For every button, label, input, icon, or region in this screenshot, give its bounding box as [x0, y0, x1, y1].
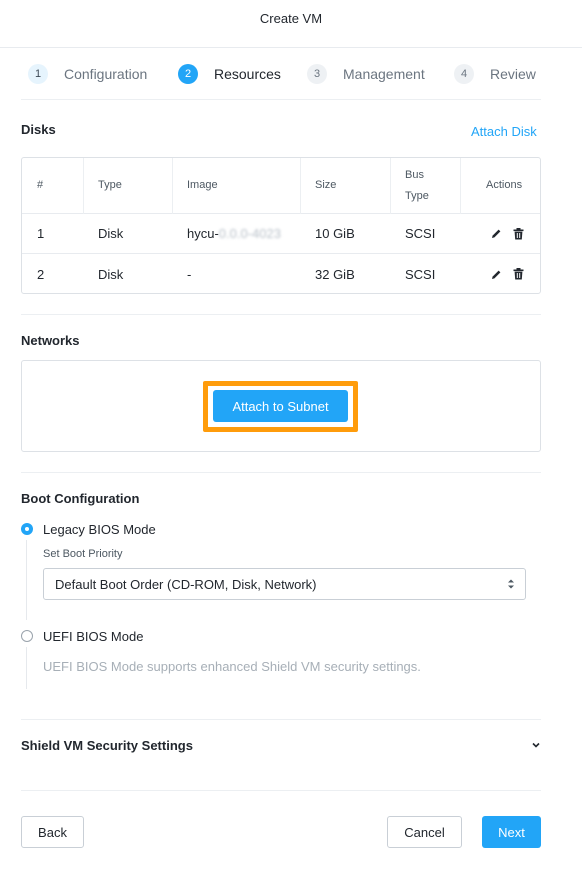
column-divider — [172, 158, 173, 214]
modal-header: Create VM — [0, 0, 582, 48]
step-label: Management — [343, 66, 425, 82]
uefi-bios-radio[interactable] — [21, 630, 33, 642]
column-divider — [83, 158, 84, 214]
attach-subnet-button[interactable]: Attach to Subnet — [213, 390, 348, 422]
step-label: Review — [490, 66, 536, 82]
shield-settings-title[interactable]: Shield VM Security Settings — [21, 738, 193, 753]
disk-type: Disk — [98, 266, 124, 282]
disks-title: Disks — [21, 122, 56, 137]
step-label: Configuration — [64, 66, 148, 82]
pencil-icon[interactable] — [491, 214, 502, 253]
wizard-stepper: 1 Configuration 2 Resources 3 Management… — [0, 48, 582, 100]
divider — [21, 314, 541, 315]
select-arrows-icon — [508, 579, 514, 589]
divider — [21, 790, 541, 791]
disk-size: 32 GiB — [315, 266, 355, 282]
col-image: Image — [187, 179, 218, 191]
boot-priority-select[interactable]: Default Boot Order (CD-ROM, Disk, Networ… — [43, 568, 526, 600]
pencil-icon[interactable] — [491, 254, 502, 294]
disk-bus: SCSI — [405, 226, 436, 241]
step-review[interactable]: 4 Review — [454, 64, 536, 84]
step-number: 3 — [307, 64, 327, 84]
table-row: 2 Disk - 32 GiB SCSI — [22, 254, 540, 294]
table-row: 1 Disk hycu- 0.0.0-4023 10 GiB SCSI — [22, 214, 540, 254]
col-size: Size — [315, 179, 337, 191]
networks-title: Networks — [21, 333, 80, 348]
table-header: # Type Image Size Bus Type Actions — [22, 158, 540, 214]
col-type: Type — [98, 179, 122, 191]
step-number: 4 — [454, 64, 474, 84]
disk-bus: SCSI — [405, 266, 436, 282]
disk-image: - — [187, 266, 192, 282]
step-label: Resources — [214, 66, 281, 82]
modal-title: Create VM — [259, 11, 323, 26]
uefi-help-text: UEFI BIOS Mode supports enhanced Shield … — [43, 659, 421, 674]
option-guide-line — [26, 647, 27, 689]
col-bus-line1: Bus — [405, 168, 424, 181]
column-divider — [390, 158, 391, 214]
col-bus-line2: Type — [405, 189, 429, 202]
col-bus-type: Bus Type — [405, 158, 429, 213]
trash-icon[interactable] — [513, 214, 524, 253]
disk-type: Disk — [98, 226, 124, 241]
disk-num: 2 — [37, 266, 45, 282]
step-management[interactable]: 3 Management — [307, 64, 425, 84]
divider — [21, 472, 541, 473]
boot-config-title: Boot Configuration — [21, 491, 140, 506]
option-guide-line — [26, 540, 27, 620]
col-num: # — [37, 179, 44, 191]
step-number: 1 — [28, 64, 48, 84]
legacy-bios-radio[interactable] — [21, 523, 33, 535]
attach-disk-link[interactable]: Attach Disk — [471, 124, 537, 139]
boot-priority-label: Set Boot Priority — [43, 548, 123, 560]
col-actions: Actions — [486, 179, 523, 191]
divider — [21, 99, 541, 100]
disk-image-redacted: 0.0.0-4023 — [218, 226, 281, 241]
next-button[interactable]: Next — [482, 816, 541, 848]
disks-table: # Type Image Size Bus Type Actions 1 Dis… — [21, 157, 541, 294]
trash-icon[interactable] — [513, 254, 524, 294]
boot-priority-value: Default Boot Order (CD-ROM, Disk, Networ… — [55, 577, 317, 592]
column-divider — [300, 158, 301, 214]
chevron-down-icon[interactable] — [531, 740, 541, 750]
column-divider — [460, 158, 461, 214]
disk-num: 1 — [37, 226, 45, 241]
divider — [21, 719, 541, 720]
step-configuration[interactable]: 1 Configuration — [28, 64, 147, 84]
legacy-bios-label[interactable]: Legacy BIOS Mode — [43, 522, 156, 537]
disk-image: hycu- 0.0.0-4023 — [187, 214, 281, 253]
uefi-bios-label[interactable]: UEFI BIOS Mode — [43, 629, 143, 644]
cancel-button[interactable]: Cancel — [387, 816, 462, 848]
disk-size: 10 GiB — [315, 226, 355, 241]
step-resources[interactable]: 2 Resources — [178, 64, 281, 84]
disk-image-name: hycu- — [187, 226, 219, 241]
step-number: 2 — [178, 64, 198, 84]
back-button[interactable]: Back — [21, 816, 84, 848]
